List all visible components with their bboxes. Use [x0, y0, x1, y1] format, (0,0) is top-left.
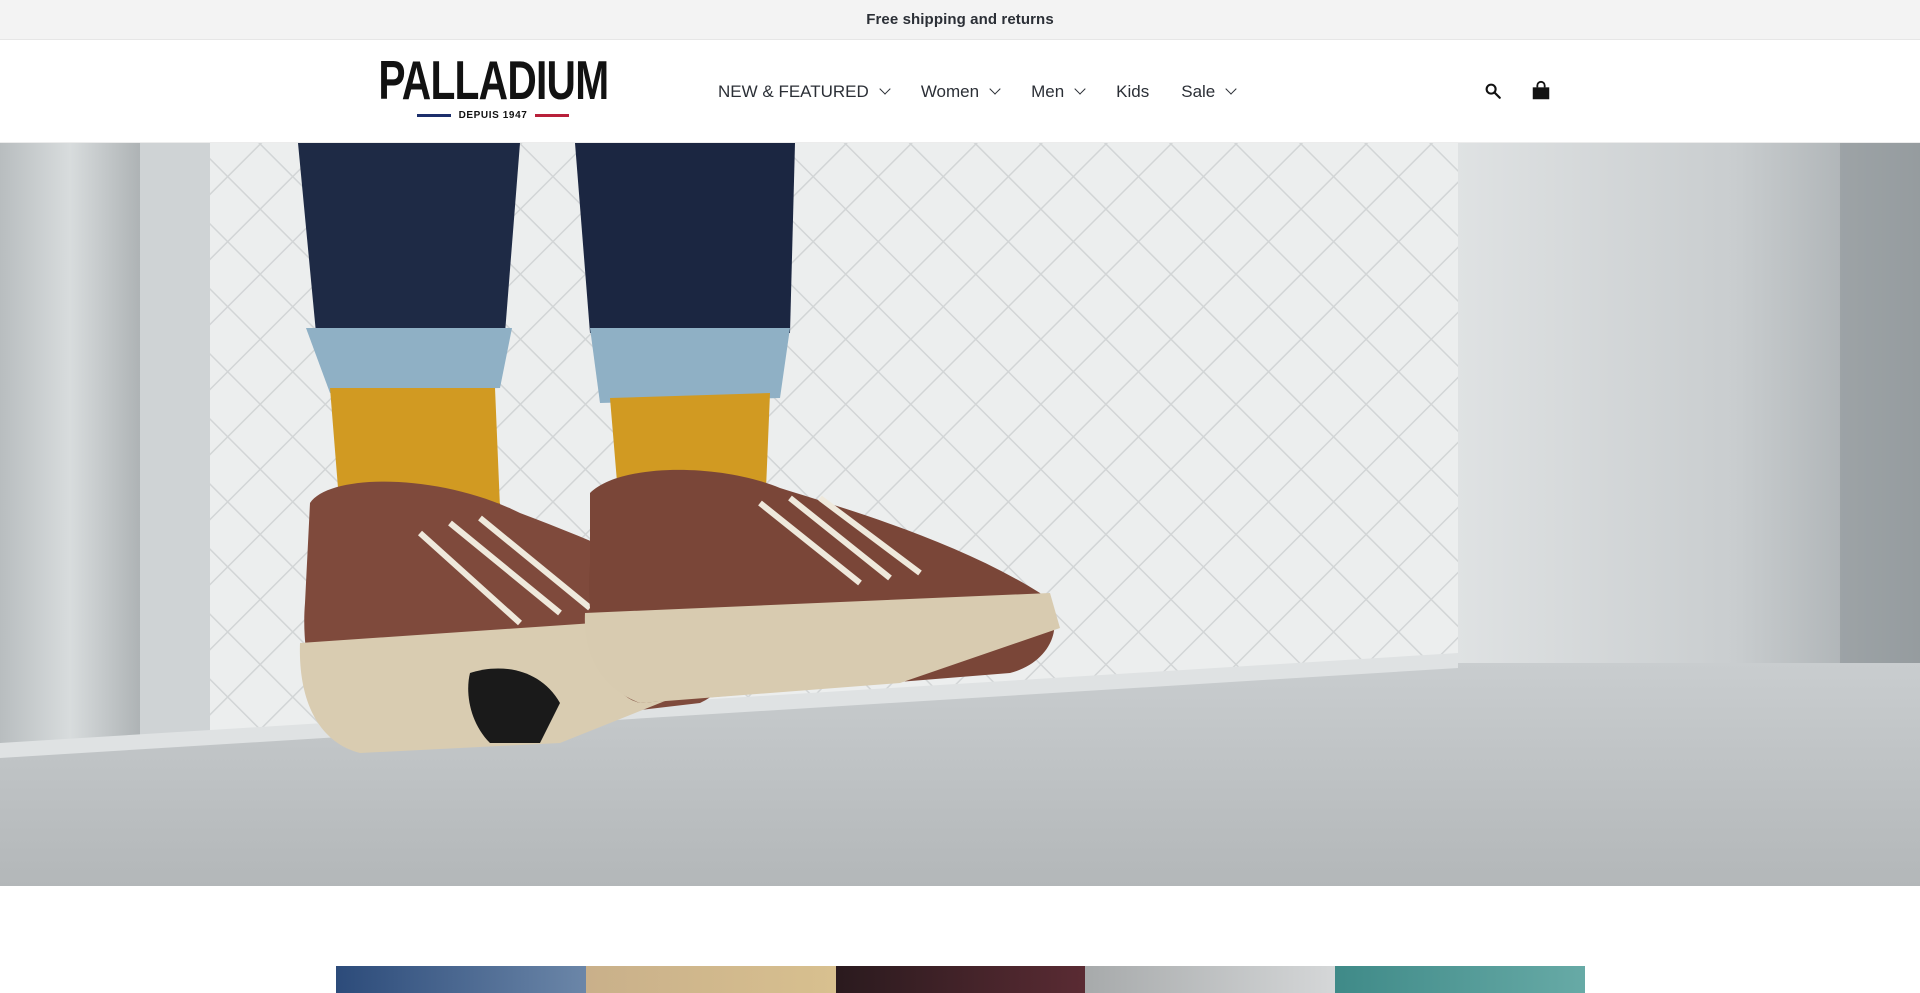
shopping-bag-icon — [1532, 80, 1550, 100]
brand-logo-wordmark: PALLADIUM — [378, 49, 609, 111]
nav-item-label: Women — [920, 81, 980, 101]
search-icon — [1485, 83, 1501, 99]
main-nav: NEW & FEATURED Women Men Kids Sale — [718, 40, 1237, 143]
promo-tile-1[interactable] — [336, 966, 586, 993]
search-button[interactable] — [1478, 76, 1508, 106]
promo-tile-5[interactable] — [1335, 966, 1585, 993]
announcement-bar: Free shipping and returns — [0, 0, 1920, 40]
promo-tile-2[interactable] — [585, 966, 836, 993]
brand-logo-tagline-row: DEPUIS 1947 — [416, 110, 570, 121]
chevron-down-icon — [879, 83, 891, 95]
steel-post-left — [0, 143, 140, 753]
logo-blue-stripe — [416, 114, 451, 117]
chevron-down-icon — [989, 83, 1001, 95]
nav-item-men[interactable]: Men — [1031, 81, 1086, 102]
promo-tile-4[interactable] — [1085, 966, 1336, 993]
promo-tiles — [336, 966, 1585, 993]
nav-item-label: Sale — [1181, 81, 1216, 101]
nav-item-label: Men — [1031, 81, 1065, 101]
site-header: PALLADIUM DEPUIS 1947 NEW & FEATURED Wom… — [0, 40, 1920, 143]
logo-red-stripe — [535, 114, 570, 117]
announcement-text: Free shipping and returns — [866, 11, 1054, 28]
chevron-down-icon — [1225, 83, 1237, 95]
brand-logo[interactable]: PALLADIUM DEPUIS 1947 — [378, 53, 609, 129]
promo-tile-3[interactable] — [835, 966, 1086, 993]
hero-banner[interactable] — [0, 143, 1920, 886]
hero-image — [0, 143, 1920, 886]
cart-button[interactable] — [1526, 76, 1556, 106]
nav-item-label: NEW & FEATURED — [718, 81, 869, 101]
nav-item-kids[interactable]: Kids — [1116, 82, 1149, 102]
nav-item-women[interactable]: Women — [920, 81, 1001, 102]
brand-tagline: DEPUIS 1947 — [458, 110, 528, 121]
chevron-down-icon — [1074, 83, 1086, 95]
nav-item-label: Kids — [1116, 81, 1150, 101]
nav-item-new-featured[interactable]: NEW & FEATURED — [718, 81, 891, 102]
nav-item-sale[interactable]: Sale — [1181, 81, 1237, 102]
